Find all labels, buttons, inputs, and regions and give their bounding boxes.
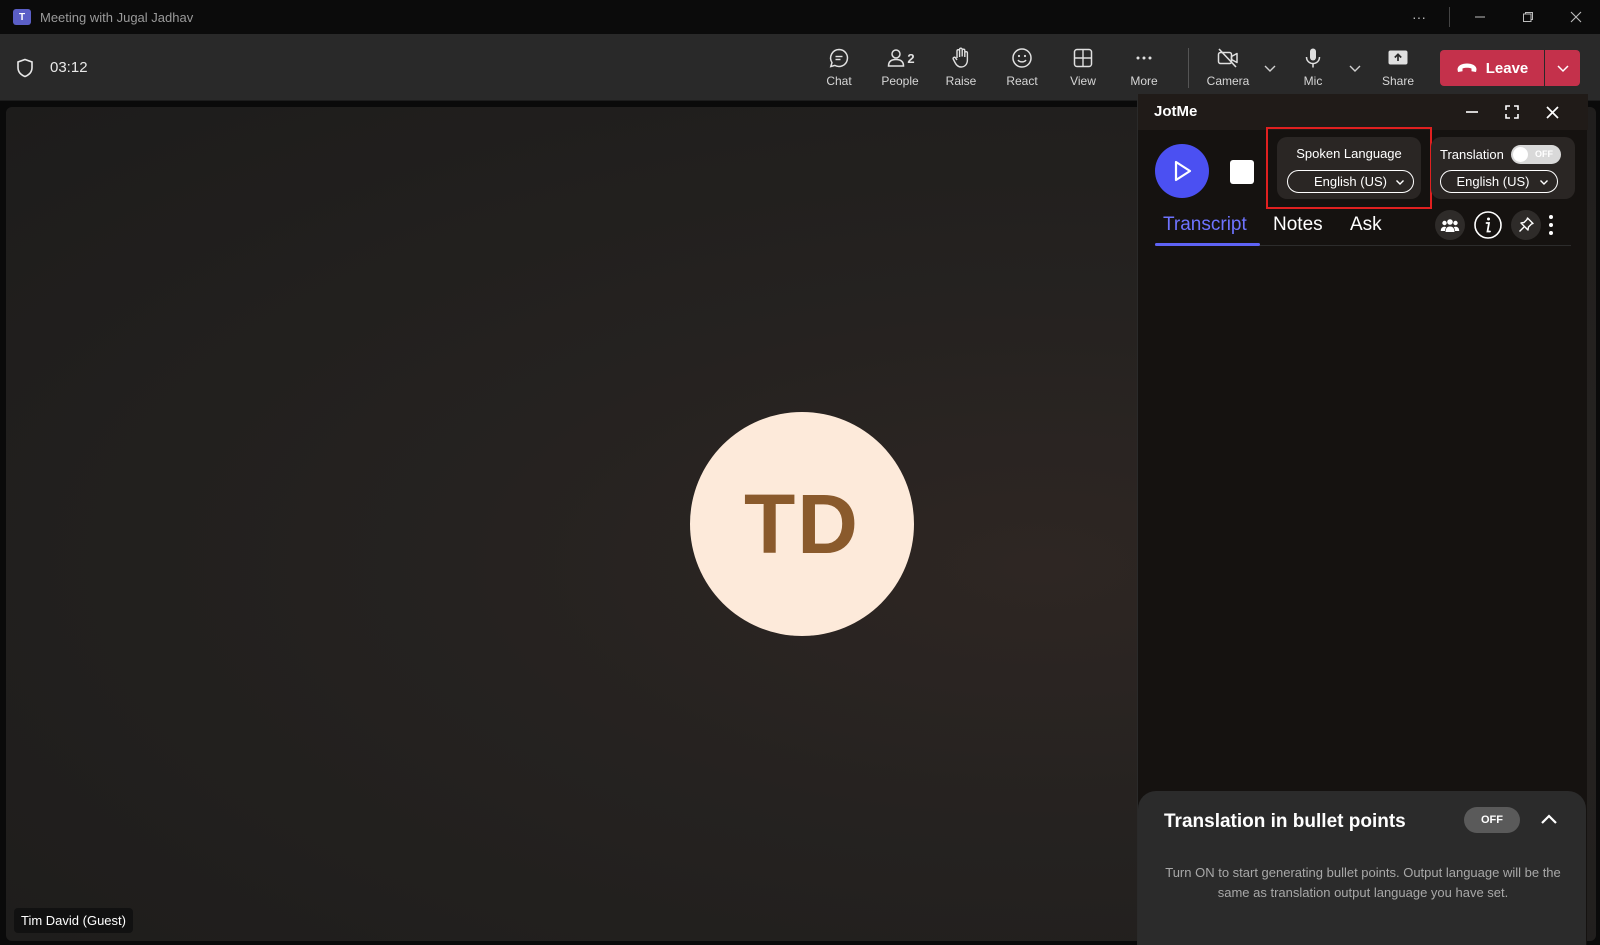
tab-ask[interactable]: Ask [1350,214,1382,236]
camera-label: Camera [1206,74,1250,88]
speakers-icon[interactable] [1435,210,1465,240]
jotme-panel: JotMe Spoken Language English (US) Trans… [1137,94,1588,945]
smiley-icon [1012,48,1032,68]
bullet-points-description: Turn ON to start generating bullet point… [1165,865,1561,900]
chat-label: Chat [826,74,852,88]
toolbar-divider [1188,48,1189,88]
more-dots-icon [1136,56,1152,60]
camera-options-chevron-icon[interactable] [1262,60,1278,76]
mic-button[interactable]: Mic [1285,46,1341,94]
panel-close-icon[interactable] [1540,100,1564,124]
participant-avatar[interactable]: TD [690,412,914,636]
window-controls: ··· [1395,0,1600,34]
bullet-points-toggle[interactable]: OFF [1464,807,1520,833]
meeting-timer: 03:12 [50,59,88,76]
raise-label: Raise [945,74,977,88]
teams-icon: T [13,9,31,25]
avatar-initials: TD [744,476,860,571]
people-icon [888,49,905,67]
jotme-tabs: Transcript Notes Ask [1155,210,1571,246]
leave-label: Leave [1485,59,1529,77]
title-bar: T Meeting with Jugal Jadhav ··· [0,0,1600,34]
restore-window-icon[interactable] [1504,0,1552,34]
mic-options-chevron-icon[interactable] [1347,60,1363,76]
toggle-knob [1513,147,1528,162]
translation-language-select[interactable]: English (US) [1440,170,1558,193]
bullet-points-card: Translation in bullet points OFF Turn ON… [1138,791,1586,945]
translation-toggle[interactable]: OFF [1511,145,1561,164]
more-button[interactable]: More [1116,46,1172,94]
chat-icon [829,48,849,68]
panel-more-icon[interactable] [1543,210,1559,240]
view-button[interactable]: View [1055,46,1111,94]
chevron-down-icon [1556,65,1569,73]
camera-off-icon [1217,48,1238,68]
start-recording-button[interactable] [1155,144,1209,198]
people-icon-group: 2 [885,46,915,70]
hang-up-icon [1457,63,1477,72]
share-screen-icon [1388,50,1408,65]
chevron-up-icon[interactable] [1538,809,1560,831]
microphone-icon [1305,48,1321,68]
spoken-language-highlight [1266,127,1432,209]
translation-language-value: English (US) [1456,174,1530,189]
share-label: Share [1381,74,1415,88]
app-root: T Meeting with Jugal Jadhav ··· 03:12 Ch… [0,0,1600,945]
shield-icon[interactable] [16,58,34,78]
stop-recording-button[interactable] [1230,160,1254,184]
leave-button[interactable]: Leave [1440,50,1544,86]
tab-notes[interactable]: Notes [1273,214,1323,236]
close-window-icon[interactable] [1552,0,1600,34]
info-icon[interactable] [1473,210,1503,240]
people-count: 2 [907,50,915,66]
share-button[interactable]: Share [1370,46,1426,94]
chevron-down-icon [1540,180,1548,185]
panel-minimize-icon[interactable] [1460,100,1484,124]
leave-options-button[interactable] [1545,50,1580,86]
minimize-window-icon[interactable] [1456,0,1504,34]
pin-icon[interactable] [1511,210,1541,240]
people-button[interactable]: 2 People [872,46,928,94]
more-label: More [1130,74,1158,88]
camera-button[interactable]: Camera [1200,46,1256,94]
people-label: People [881,74,919,88]
chat-button[interactable]: Chat [811,46,867,94]
jotme-title: JotMe [1154,103,1198,120]
grid-view-icon [1073,48,1093,68]
mic-label: Mic [1303,74,1323,88]
active-tab-indicator [1155,243,1260,246]
play-icon [1174,160,1192,182]
window-more-icon[interactable]: ··· [1395,0,1443,34]
jotme-header: JotMe [1138,94,1588,130]
raise-hand-button[interactable]: Raise [933,46,989,94]
window-title: Meeting with Jugal Jadhav [40,9,194,25]
translation-toggle-state: OFF [1535,149,1553,159]
tab-transcript[interactable]: Transcript [1163,214,1247,236]
bullet-points-title: Translation in bullet points [1164,811,1406,832]
window-controls-divider [1449,7,1450,27]
react-button[interactable]: React [994,46,1050,94]
raise-hand-icon [952,47,969,68]
translation-card: Translation OFF English (US) [1431,137,1575,199]
view-label: View [1070,74,1096,88]
panel-expand-icon[interactable] [1500,100,1524,124]
react-label: React [1006,74,1038,88]
participant-name-tag: Tim David (Guest) [14,908,133,933]
translation-label: Translation [1440,147,1504,162]
meeting-toolbar: 03:12 Chat 2 People Raise React View Mor… [0,34,1600,101]
